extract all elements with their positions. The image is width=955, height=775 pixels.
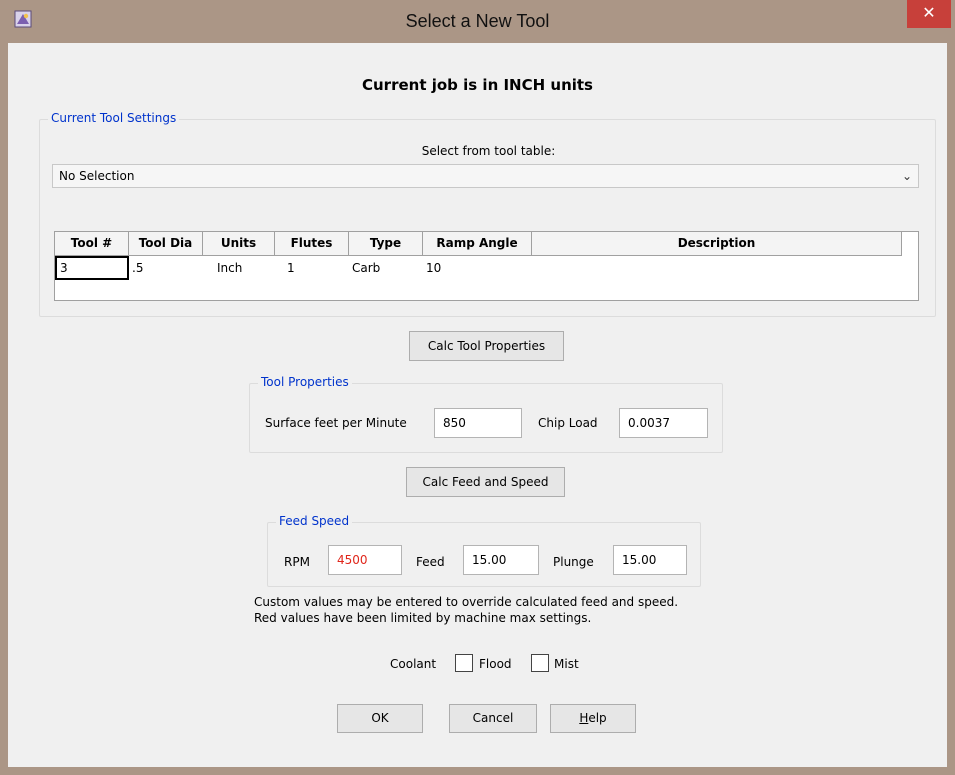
column-header-tool-number[interactable]: Tool # — [55, 232, 129, 256]
help-label-rest: elp — [588, 711, 607, 725]
calc-feed-and-speed-button[interactable]: Calc Feed and Speed — [406, 467, 565, 497]
tool-table-grid[interactable]: Tool # Tool Dia Units Flutes Type Ramp A… — [54, 231, 919, 301]
chevron-down-icon: ⌄ — [901, 169, 912, 183]
chip-load-input[interactable]: 0.0037 — [619, 408, 708, 438]
tool-properties-group: Tool Properties Surface feet per Minute … — [249, 375, 723, 453]
cell-tool-dia[interactable]: .5 — [129, 256, 203, 280]
title-bar[interactable]: Select a New Tool ✕ — [0, 0, 955, 43]
cancel-button[interactable]: Cancel — [449, 704, 537, 733]
mist-checkbox[interactable] — [531, 654, 549, 672]
window-title: Select a New Tool — [405, 11, 550, 31]
job-units-heading: Current job is in INCH units — [362, 76, 593, 94]
dialog-window: Select a New Tool ✕ Current job is in IN… — [0, 0, 955, 775]
cell-ramp-angle[interactable]: 10 — [423, 256, 532, 280]
cell-units[interactable]: Inch — [203, 256, 275, 280]
column-header-ramp-angle[interactable]: Ramp Angle — [423, 232, 532, 256]
feed-speed-group: Feed Speed RPM 4500 Feed 15.00 Plunge 15… — [267, 514, 701, 587]
cell-description[interactable] — [532, 256, 902, 280]
column-header-type[interactable]: Type — [349, 232, 423, 256]
tool-table-select[interactable]: No Selection ⌄ — [52, 164, 919, 188]
current-tool-settings-legend: Current Tool Settings — [48, 111, 180, 125]
cell-type[interactable]: Carb — [349, 256, 423, 280]
current-tool-settings-group: Current Tool Settings Select from tool t… — [39, 111, 936, 317]
column-header-description[interactable]: Description — [532, 232, 902, 256]
help-button[interactable]: Help — [550, 704, 636, 733]
feed-input[interactable]: 15.00 — [463, 545, 539, 575]
surface-feet-per-minute-input[interactable]: 850 — [434, 408, 522, 438]
rpm-label: RPM — [284, 555, 310, 569]
chip-load-label: Chip Load — [538, 416, 598, 430]
close-icon: ✕ — [922, 3, 936, 22]
feed-speed-legend: Feed Speed — [276, 514, 353, 528]
column-header-units[interactable]: Units — [203, 232, 275, 256]
plunge-label: Plunge — [553, 555, 594, 569]
table-row[interactable]: 3 .5 Inch 1 Carb 10 — [55, 256, 902, 280]
mist-label[interactable]: Mist — [554, 657, 579, 671]
flood-label[interactable]: Flood — [479, 657, 512, 671]
surface-feet-per-minute-label: Surface feet per Minute — [265, 416, 407, 430]
column-header-flutes[interactable]: Flutes — [275, 232, 349, 256]
close-button[interactable]: ✕ — [907, 0, 951, 28]
cell-tool-number[interactable]: 3 — [55, 256, 129, 280]
help-mnemonic: H — [579, 711, 589, 725]
column-header-tool-dia[interactable]: Tool Dia — [129, 232, 203, 256]
limited-values-note: Red values have been limited by machine … — [254, 611, 592, 625]
feed-label: Feed — [416, 555, 445, 569]
ok-button[interactable]: OK — [337, 704, 423, 733]
plunge-input[interactable]: 15.00 — [613, 545, 687, 575]
rpm-input[interactable]: 4500 — [328, 545, 402, 575]
calc-tool-properties-button[interactable]: Calc Tool Properties — [409, 331, 564, 361]
tool-properties-legend: Tool Properties — [258, 375, 352, 389]
override-note: Custom values may be entered to override… — [254, 595, 679, 609]
dialog-body: Current job is in INCH units Current Too… — [8, 43, 947, 767]
cell-flutes[interactable]: 1 — [275, 256, 349, 280]
tool-table-select-value: No Selection — [59, 169, 135, 183]
tool-table-header: Tool # Tool Dia Units Flutes Type Ramp A… — [55, 232, 902, 256]
coolant-label: Coolant — [390, 657, 437, 671]
select-from-tool-table-label: Select from tool table: — [421, 144, 556, 158]
flood-checkbox[interactable] — [455, 654, 473, 672]
